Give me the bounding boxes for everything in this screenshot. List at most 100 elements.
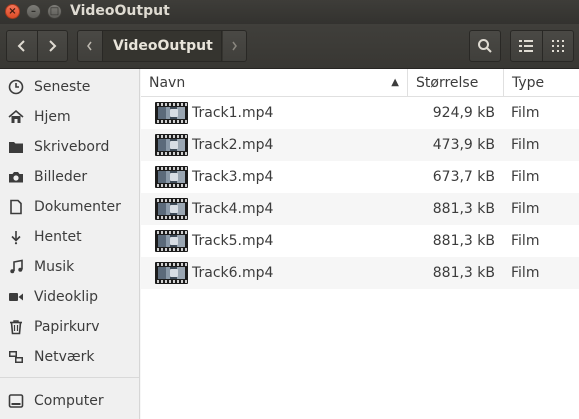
trash-icon [7,318,25,336]
file-list-view: Navn ▲ Størrelse Type Track1.mp4 924,9 k… [141,69,579,419]
maximize-icon: □ [49,5,60,17]
file-name: Track1.mp4 [192,105,274,121]
search-icon [478,39,492,53]
file-size: 673,7 kB [432,169,495,185]
file-row[interactable]: Track2.mp4 473,9 kB Film [141,129,579,161]
drive-icon [7,392,25,410]
sidebar-item-label: Netværk [34,349,95,365]
file-row[interactable]: Track4.mp4 881,3 kB Film [141,193,579,225]
grid-view-icon [551,40,564,52]
column-header-name[interactable]: Navn ▲ [141,69,407,96]
file-name: Track4.mp4 [192,201,274,217]
sidebar-item-label: Hentet [34,229,82,245]
list-view-icon [519,40,534,52]
sidebar-item-label: Computer [34,393,104,409]
file-manager-window: × – □ VideoOutput VideoOutput Seneste Hj… [0,0,579,419]
path-segment-current[interactable]: VideoOutput [103,31,223,61]
file-row[interactable]: Track6.mp4 881,3 kB Film [141,257,579,289]
camera-icon [7,168,25,186]
video-thumbnail-icon [155,102,188,124]
sidebar-item-videoklip[interactable]: Videoklip [0,282,139,312]
chevron-right-icon [232,41,237,51]
file-type: Film [511,105,540,121]
sidebar-item-musik[interactable]: Musik [0,252,139,282]
file-size: 881,3 kB [432,201,495,217]
sidebar-item-label: Hjem [34,109,71,125]
video-thumbnail-icon [155,262,188,284]
video-thumbnail-icon [155,166,188,188]
sidebar-item-computer[interactable]: Computer [0,386,139,416]
search-button[interactable] [469,30,501,62]
sort-ascending-icon: ▲ [391,77,399,88]
sidebar-item-label: Billeder [34,169,88,185]
header-bar: VideoOutput [0,24,579,69]
sidebar-item-label: Papirkurv [34,319,100,335]
file-size: 881,3 kB [432,265,495,281]
sidebar-item-label: Videoklip [34,289,98,305]
sidebar: Seneste Hjem Skrivebord Billeder Dokumen… [0,69,140,419]
document-icon [7,198,25,216]
download-icon [7,228,25,246]
clock-icon [7,78,25,96]
music-icon [7,258,25,276]
file-size: 881,3 kB [432,233,495,249]
maximize-window-button[interactable]: □ [47,4,62,19]
view-mode-group [510,30,574,62]
sidebar-item-dokumenter[interactable]: Dokumenter [0,192,139,222]
video-thumbnail-icon [155,198,188,220]
chevron-left-icon [87,41,92,51]
sidebar-divider [0,377,139,378]
history-nav-group [6,30,68,62]
sidebar-item-papirkurv[interactable]: Papirkurv [0,312,139,342]
sidebar-item-label: Musik [34,259,75,275]
list-view-button[interactable] [511,31,542,61]
file-type: Film [511,233,540,249]
file-size: 473,9 kB [432,137,495,153]
path-bar: VideoOutput [77,30,247,62]
close-window-button[interactable]: × [5,4,20,19]
sidebar-item-netvaerk[interactable]: Netværk [0,342,139,372]
sidebar-item-billeder[interactable]: Billeder [0,162,139,192]
column-header-type[interactable]: Type [503,69,579,96]
file-row[interactable]: Track1.mp4 924,9 kB Film [141,97,579,129]
sidebar-item-label: Seneste [34,79,91,95]
path-scroll-left-button[interactable] [78,31,103,61]
file-row[interactable]: Track5.mp4 881,3 kB Film [141,225,579,257]
file-name: Track5.mp4 [192,233,274,249]
close-icon: × [8,5,17,17]
file-type: Film [511,137,540,153]
column-header-row: Navn ▲ Størrelse Type [141,69,579,97]
file-name: Track6.mp4 [192,265,274,281]
window-title: VideoOutput [70,3,170,19]
file-name: Track3.mp4 [192,169,274,185]
sidebar-item-label: Skrivebord [34,139,110,155]
minimize-icon: – [31,5,36,17]
file-rows: Track1.mp4 924,9 kB Film Track2.mp4 473,… [141,97,579,289]
sidebar-item-seneste[interactable]: Seneste [0,72,139,102]
file-name: Track2.mp4 [192,137,274,153]
home-icon [7,108,25,126]
sidebar-item-hentet[interactable]: Hentet [0,222,139,252]
sidebar-item-skrivebord[interactable]: Skrivebord [0,132,139,162]
file-type: Film [511,169,540,185]
network-icon [7,348,25,366]
chevron-right-icon [49,40,57,52]
video-icon [7,288,25,306]
path-scroll-right-button[interactable] [221,31,246,61]
video-thumbnail-icon [155,134,188,156]
forward-button[interactable] [36,31,68,61]
minimize-window-button[interactable]: – [26,4,41,19]
sidebar-item-label: Dokumenter [34,199,121,215]
video-thumbnail-icon [155,230,188,252]
file-type: Film [511,265,540,281]
folder-icon [7,138,25,156]
sidebar-item-hjem[interactable]: Hjem [0,102,139,132]
chevron-left-icon [17,40,25,52]
file-size: 924,9 kB [432,105,495,121]
back-button[interactable] [7,31,37,61]
file-row[interactable]: Track3.mp4 673,7 kB Film [141,161,579,193]
grid-view-button[interactable] [541,31,574,61]
column-header-size[interactable]: Størrelse [407,69,503,96]
file-type: Film [511,201,540,217]
title-bar: × – □ VideoOutput [0,0,579,24]
